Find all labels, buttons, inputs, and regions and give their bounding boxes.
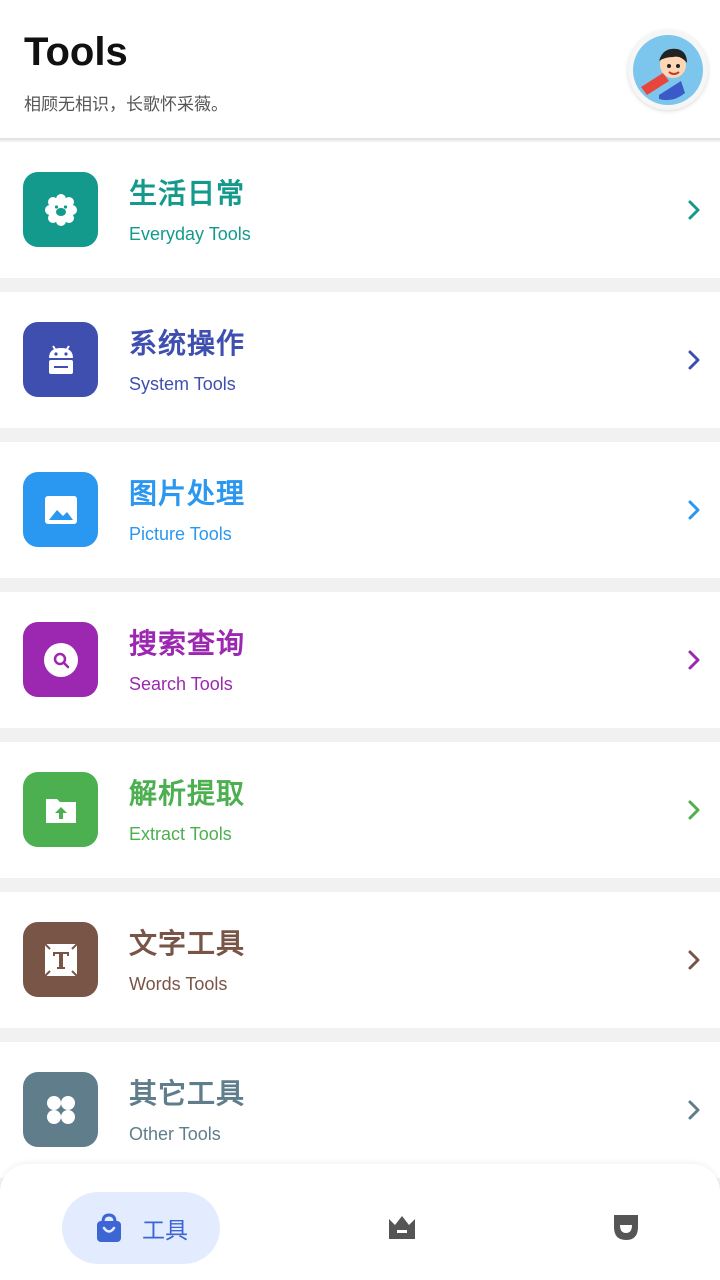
image-icon — [23, 472, 98, 547]
app-header: Tools 相顾无相识，长歌怀采薇。 — [0, 0, 720, 140]
avatar-image — [633, 35, 703, 105]
chevron-right-icon — [688, 800, 700, 820]
chevron-right-icon — [688, 200, 700, 220]
chevron-right-icon — [688, 500, 700, 520]
page-title: Tools — [24, 30, 128, 74]
category-title: 图片处理 — [129, 477, 246, 510]
android-icon — [23, 322, 98, 397]
category-subtitle: System Tools — [129, 374, 236, 394]
category-extract[interactable]: 解析提取 Extract Tools — [0, 742, 720, 878]
category-other[interactable]: 其它工具 Other Tools — [0, 1042, 720, 1178]
text-icon — [23, 922, 98, 997]
chevron-right-icon — [688, 950, 700, 970]
bottom-nav: 工具 — [0, 1164, 720, 1280]
chevron-right-icon — [688, 350, 700, 370]
category-title: 文字工具 — [129, 927, 246, 960]
category-title: 生活日常 — [129, 177, 246, 210]
category-title: 其它工具 — [129, 1077, 246, 1110]
category-subtitle: Extract Tools — [129, 824, 232, 844]
nav-tab-tools[interactable]: 工具 — [62, 1192, 220, 1264]
category-subtitle: Words Tools — [129, 974, 228, 994]
category-everyday[interactable]: 生活日常 Everyday Tools — [0, 142, 720, 278]
category-system[interactable]: 系统操作 System Tools — [0, 292, 720, 428]
category-picture[interactable]: 图片处理 Picture Tools — [0, 442, 720, 578]
grid-icon — [23, 1072, 98, 1147]
category-subtitle: Search Tools — [129, 674, 233, 694]
nav-tab-crown[interactable] — [385, 1210, 419, 1244]
shopping-bag-icon — [97, 1213, 121, 1242]
shield-icon — [614, 1215, 638, 1240]
category-subtitle: Everyday Tools — [129, 224, 251, 244]
category-words[interactable]: 文字工具 Words Tools — [0, 892, 720, 1028]
category-title: 解析提取 — [129, 777, 246, 810]
page-subtitle: 相顾无相识，长歌怀采薇。 — [24, 95, 228, 115]
nav-tab-tools-label: 工具 — [142, 1218, 188, 1244]
search-icon — [23, 622, 98, 697]
chevron-right-icon — [688, 650, 700, 670]
category-subtitle: Picture Tools — [129, 524, 232, 544]
category-subtitle: Other Tools — [129, 1124, 221, 1144]
category-search[interactable]: 搜索查询 Search Tools — [0, 592, 720, 728]
upload-folder-icon — [23, 772, 98, 847]
flower-face-icon — [23, 172, 98, 247]
nav-tab-profile[interactable] — [609, 1210, 643, 1244]
category-title: 系统操作 — [129, 327, 246, 360]
chevron-right-icon — [688, 1100, 700, 1120]
avatar[interactable] — [628, 30, 708, 110]
crown-icon — [389, 1216, 415, 1239]
category-title: 搜索查询 — [129, 627, 246, 660]
